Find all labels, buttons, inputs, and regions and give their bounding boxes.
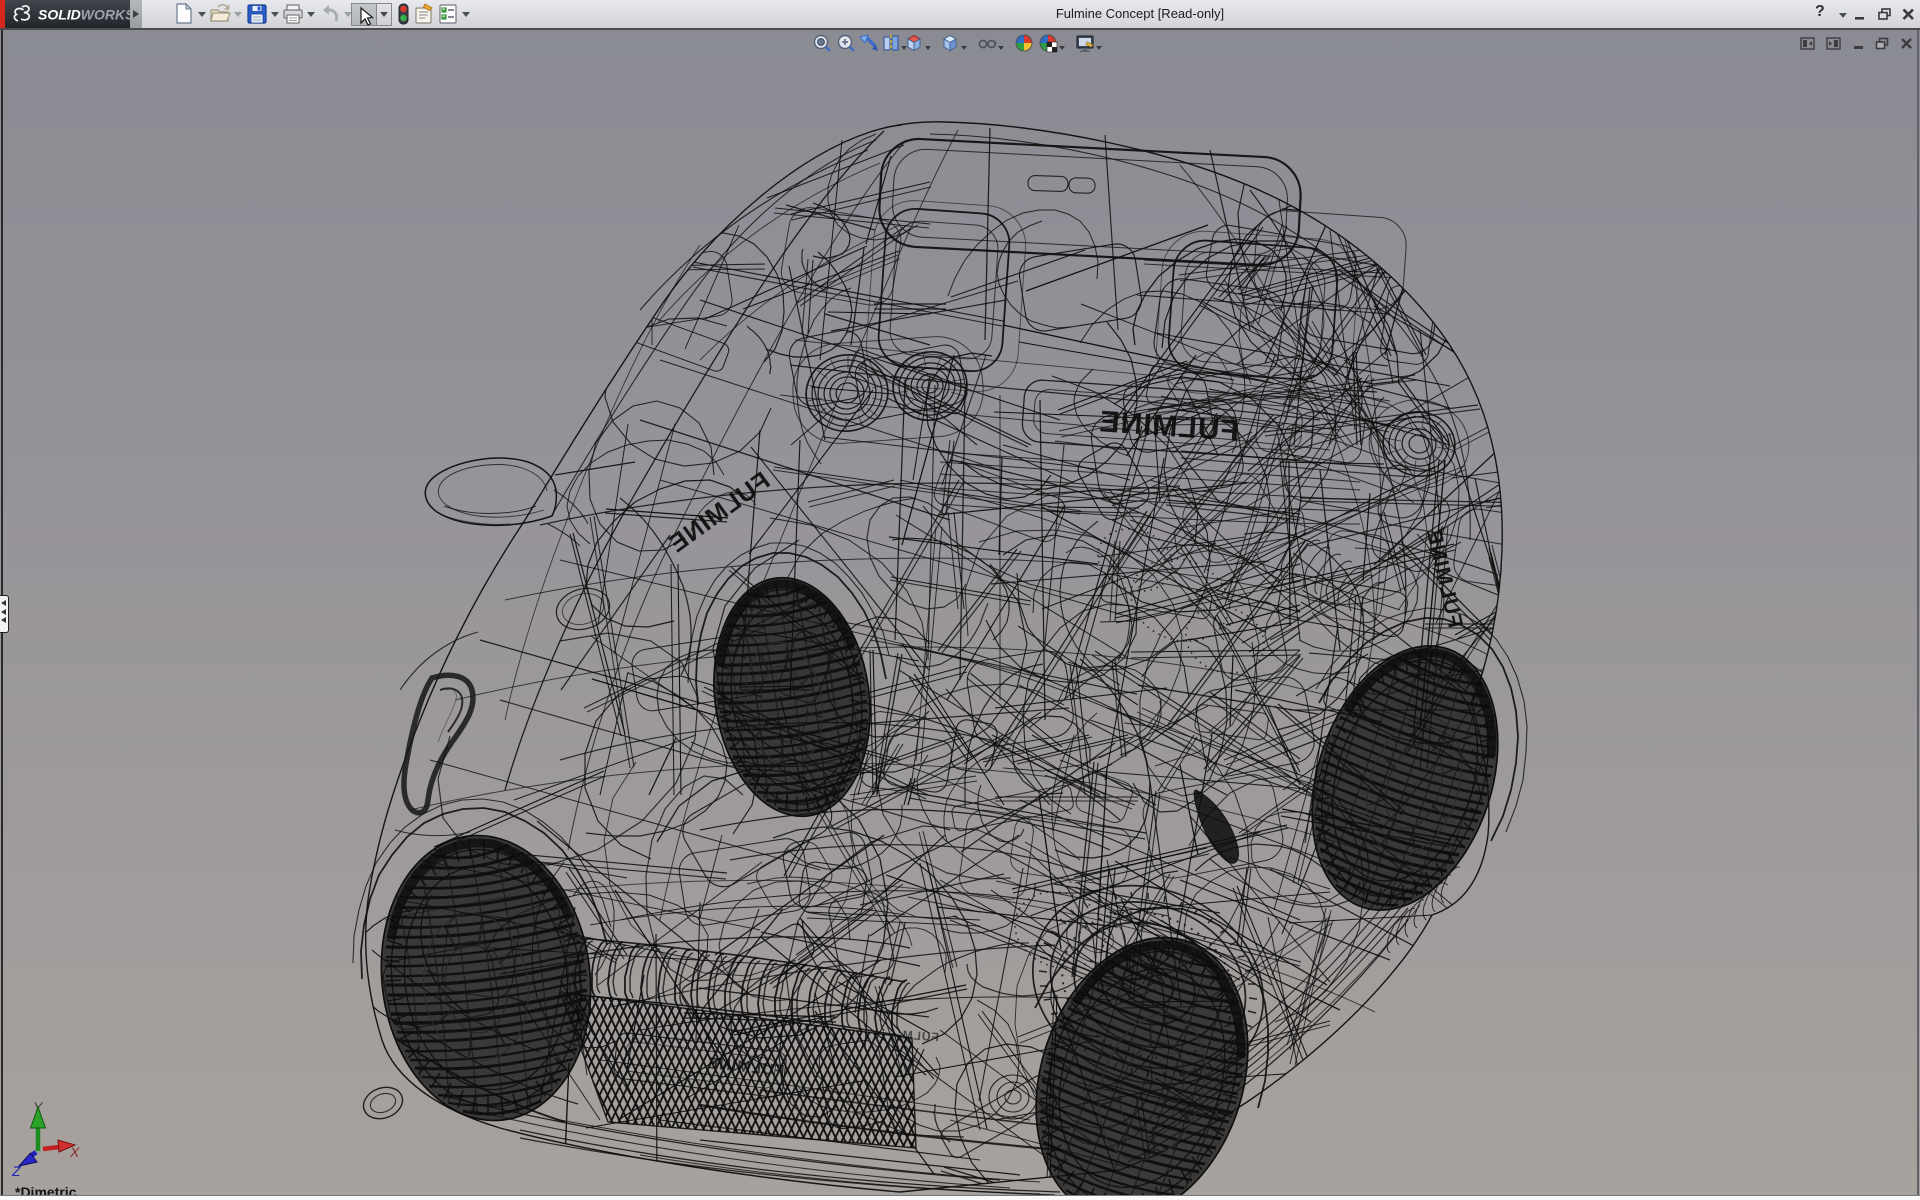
svg-text:FULM: FULM bbox=[901, 1028, 939, 1045]
svg-text:Z: Z bbox=[11, 1163, 21, 1179]
svg-text:X: X bbox=[69, 1144, 80, 1160]
svg-text:SOLIDWORKS: SOLIDWORKS bbox=[38, 7, 130, 23]
svg-text:FULMINE: FULMINE bbox=[663, 466, 775, 558]
